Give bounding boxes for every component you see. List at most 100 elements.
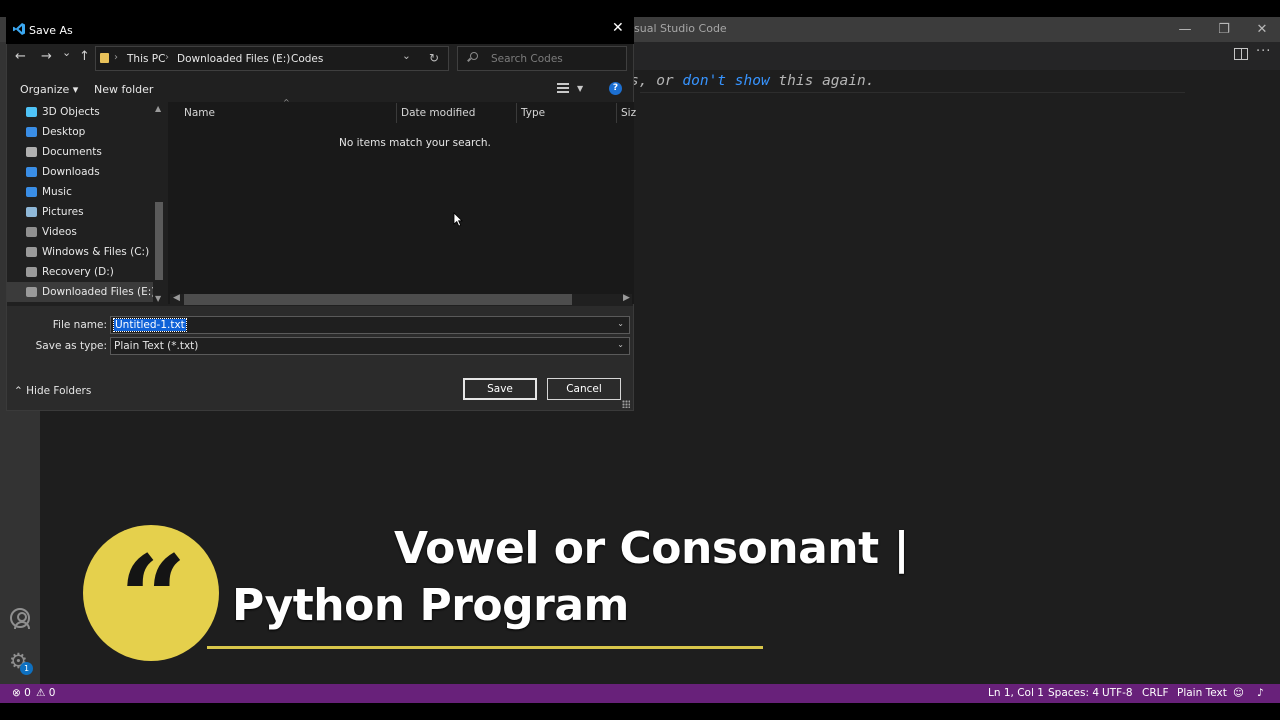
dialog-titlebar	[6, 17, 634, 44]
drive-icon	[26, 287, 37, 297]
restore-button[interactable]: ❐	[1205, 17, 1243, 42]
window-close-button[interactable]: ✕	[1243, 17, 1280, 42]
split-editor-icon[interactable]	[1234, 48, 1248, 60]
breadcrumb-drive[interactable]: Downloaded Files (E:)	[177, 53, 290, 65]
nav-item-label: Downloads	[42, 166, 100, 178]
nav-item-label: Recovery (D:)	[42, 266, 114, 278]
overlay-underline	[207, 646, 763, 649]
dialog-close-button[interactable]: ✕	[612, 20, 624, 36]
hint-post: this again.	[769, 73, 875, 89]
new-folder-button[interactable]: New folder	[94, 83, 153, 96]
file-name-input[interactable]: Untitled-1.txt ⌄	[110, 316, 630, 334]
nav-item-label: Windows & Files (C:)	[42, 246, 150, 258]
accounts-icon[interactable]	[10, 608, 30, 629]
download-icon	[26, 167, 37, 177]
feedback-icon[interactable]: ☺	[1233, 687, 1244, 699]
column-header-type[interactable]: Type	[521, 107, 545, 119]
file-list[interactable]	[168, 102, 634, 304]
column-header-size[interactable]: Siz	[621, 107, 636, 119]
cancel-button[interactable]: Cancel	[547, 378, 621, 400]
horizontal-scrollbar-thumb[interactable]	[184, 294, 572, 305]
cursor-position[interactable]: Ln 1, Col 1	[988, 687, 1044, 699]
end-of-line[interactable]: CRLF	[1142, 687, 1169, 699]
indentation[interactable]: Spaces: 4	[1048, 687, 1099, 699]
bell-icon[interactable]: ♪	[1257, 687, 1264, 699]
nav-scroll-down-arrow[interactable]: ▼	[155, 294, 161, 303]
column-divider[interactable]	[616, 103, 617, 123]
resize-grip-icon[interactable]	[622, 400, 630, 408]
save-as-type-value: Plain Text (*.txt)	[114, 340, 199, 352]
nav-item[interactable]: Videos	[26, 222, 158, 242]
status-bar: ⊗ 0 ⚠ 0 Ln 1, Col 1 Spaces: 4 UTF-8 CRLF…	[0, 684, 1280, 703]
address-bar[interactable]: › This PC › Downloaded Files (E:) › Code…	[95, 46, 449, 71]
column-header-name[interactable]: Name	[184, 107, 215, 119]
forward-button[interactable]: →	[41, 49, 52, 64]
hide-folders-button[interactable]: ⌃ Hide Folders	[14, 385, 91, 397]
search-box[interactable]: Search Codes	[457, 46, 627, 71]
file-name-dropdown-icon[interactable]: ⌄	[617, 319, 624, 328]
nav-scrollbar-thumb[interactable]	[155, 202, 163, 280]
nav-item-label: Music	[42, 186, 72, 198]
breadcrumb-codes[interactable]: Codes	[291, 53, 323, 65]
vscode-window-title: sual Studio Code	[634, 22, 727, 35]
dont-show-link[interactable]: don't show	[682, 73, 769, 89]
address-dropdown-icon[interactable]: ⌄	[402, 50, 411, 62]
up-button[interactable]: ↑	[79, 49, 90, 64]
column-divider[interactable]	[396, 103, 397, 123]
help-icon[interactable]: ?	[609, 82, 622, 95]
save-as-type-select[interactable]: Plain Text (*.txt) ⌄	[110, 337, 630, 355]
view-options-icon[interactable]	[557, 82, 569, 93]
cube-icon	[26, 107, 37, 117]
column-divider[interactable]	[516, 103, 517, 123]
refresh-icon[interactable]: ↻	[429, 51, 439, 65]
documents-icon	[26, 147, 37, 157]
language-mode[interactable]: Plain Text	[1177, 687, 1227, 699]
nav-item-label: 3D Objects	[42, 106, 100, 118]
letterbox-bottom	[0, 703, 1280, 720]
minimize-button[interactable]: —	[1166, 17, 1204, 42]
column-header-date-modified[interactable]: Date modified	[401, 107, 475, 119]
letterbox-top	[0, 0, 1280, 17]
back-button[interactable]: ←	[15, 49, 26, 64]
errors-count[interactable]: ⊗ 0	[12, 687, 31, 699]
view-dropdown-icon[interactable]: ▼	[577, 84, 583, 93]
breadcrumb-this-pc[interactable]: This PC	[127, 53, 165, 65]
more-actions-icon[interactable]: ···	[1256, 44, 1271, 59]
search-icon	[470, 52, 478, 60]
nav-item[interactable]: Desktop	[26, 122, 158, 142]
pictures-icon	[26, 207, 37, 217]
save-as-type-dropdown-icon[interactable]: ⌄	[617, 340, 624, 349]
file-name-value[interactable]: Untitled-1.txt	[113, 318, 187, 332]
warnings-count[interactable]: ⚠ 0	[36, 687, 55, 699]
nav-item[interactable]: Recovery (D:)	[26, 262, 158, 282]
nav-item[interactable]: 3D Objects	[26, 102, 158, 122]
music-icon	[26, 187, 37, 197]
scroll-right-arrow[interactable]: ▶	[623, 293, 630, 303]
breadcrumb-separator: ›	[278, 52, 282, 63]
file-name-label: File name:	[52, 319, 107, 331]
recent-locations-button[interactable]: ⌄	[62, 46, 71, 59]
organize-button[interactable]: Organize ▾	[20, 83, 78, 96]
nav-item[interactable]: Documents	[26, 142, 158, 162]
mouse-cursor-icon	[453, 212, 463, 227]
nav-scroll-up-arrow[interactable]: ▲	[155, 104, 161, 113]
nav-item[interactable]: Downloads	[26, 162, 158, 182]
breadcrumb-separator: ›	[165, 52, 169, 63]
nav-item-label: Pictures	[42, 206, 84, 218]
nav-item-label: Desktop	[42, 126, 86, 138]
overlay-title-line1: Vowel or Consonant |	[394, 523, 910, 574]
scroll-left-arrow[interactable]: ◀	[173, 293, 180, 303]
nav-item[interactable]: Downloaded Files (E:)	[7, 282, 156, 302]
hint-underline	[640, 92, 1185, 93]
encoding[interactable]: UTF-8	[1102, 687, 1133, 699]
nav-item[interactable]: Pictures	[26, 202, 158, 222]
breadcrumb-separator: ›	[114, 52, 118, 63]
nav-item[interactable]: Music	[26, 182, 158, 202]
save-as-type-label: Save as type:	[35, 340, 107, 352]
vscode-logo-icon	[13, 23, 25, 35]
save-button[interactable]: Save	[463, 378, 537, 400]
search-placeholder: Search Codes	[491, 53, 563, 65]
nav-item-label: Downloaded Files (E:)	[42, 286, 156, 298]
manage-badge: 1	[20, 662, 33, 675]
nav-item[interactable]: Windows & Files (C:)	[26, 242, 158, 262]
